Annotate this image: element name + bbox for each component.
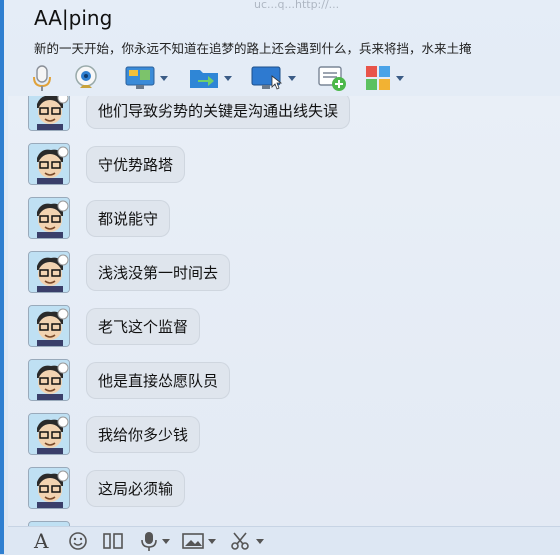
- message-bubble: 老飞这个监督: [86, 307, 201, 345]
- chevron-down-icon[interactable]: [162, 538, 170, 544]
- message-bubble: 这局必须输: [86, 469, 186, 507]
- avatar[interactable]: [28, 305, 70, 347]
- avatar-icon: [29, 468, 69, 508]
- list-item: 这局必须输: [28, 466, 186, 510]
- video-call-button[interactable]: [72, 62, 100, 94]
- remote-desktop-icon: [251, 66, 283, 90]
- avatar[interactable]: [28, 359, 70, 401]
- chevron-down-icon[interactable]: [160, 75, 168, 81]
- avatar[interactable]: [28, 143, 70, 185]
- share-screen-button[interactable]: [124, 62, 168, 94]
- list-item: 浅浅没第一时间去: [28, 250, 231, 294]
- voice-icon: [141, 532, 157, 551]
- avatar[interactable]: [28, 413, 70, 455]
- avatar-icon: [29, 252, 69, 292]
- folder-transfer-icon: [190, 70, 218, 88]
- avatar-icon: [29, 198, 69, 238]
- screenshot-icon: [103, 533, 123, 549]
- list-item: 他们导致劣势的关键是沟通出线失误: [28, 96, 351, 132]
- list-item: 守优势路塔: [28, 142, 186, 186]
- avatar-icon: [29, 96, 69, 130]
- list-item: 老飞这个监督: [28, 304, 201, 348]
- input-toolbar: A: [8, 526, 560, 555]
- contact-signature: 新的一天开始，你永远不知道在追梦的路上还会遇到什么，兵来将挡，水来土掩: [34, 41, 472, 56]
- avatar[interactable]: [28, 467, 70, 509]
- emoji-button[interactable]: [68, 530, 88, 552]
- chevron-down-icon[interactable]: [256, 538, 264, 544]
- chat-window: uc...q...http://... AA|ping 新的一天开始，你永远不知…: [0, 0, 560, 555]
- cut-button[interactable]: [230, 530, 264, 552]
- font-button[interactable]: A: [34, 529, 49, 553]
- chevron-down-icon[interactable]: [224, 75, 232, 81]
- browser-url-fragment: uc...q...http://...: [254, 0, 340, 10]
- message-bubble: 守优势路塔: [86, 145, 186, 183]
- image-icon: [182, 533, 204, 549]
- emoji-icon: [69, 532, 87, 550]
- voice-message-button[interactable]: [140, 530, 170, 552]
- message-list[interactable]: 他们导致劣势的关键是沟通出线失误 守优势路塔 都说能守 浅浅没第一时间去 老飞这…: [8, 96, 560, 526]
- create-discussion-button[interactable]: [316, 62, 348, 94]
- scissors-icon: [231, 532, 249, 550]
- message-bubble: 他们导致劣势的关键是沟通出线失误: [86, 96, 351, 129]
- chevron-down-icon[interactable]: [396, 75, 404, 81]
- chevron-down-icon[interactable]: [208, 538, 216, 544]
- voice-call-button[interactable]: [30, 62, 54, 94]
- list-item: 我给你多少钱: [28, 412, 201, 456]
- microphone-icon: [33, 65, 51, 91]
- remote-assist-button[interactable]: [250, 62, 296, 94]
- avatar-icon: [29, 144, 69, 184]
- send-file-button[interactable]: [188, 62, 232, 94]
- top-toolbar: [24, 62, 560, 94]
- avatar[interactable]: [28, 96, 70, 131]
- message-bubble: 他是直接怂愿队员: [86, 361, 231, 399]
- font-icon: A: [34, 529, 49, 553]
- chat-title: AA|ping: [34, 6, 113, 30]
- message-bubble: 浅浅没第一时间去: [86, 253, 231, 291]
- app-menu-button[interactable]: [364, 62, 404, 94]
- image-button[interactable]: [182, 530, 216, 552]
- list-item: 他是直接怂愿队员: [28, 358, 231, 402]
- avatar-icon: [29, 306, 69, 346]
- camera-icon: [75, 65, 97, 88]
- apps-icon: [366, 66, 390, 90]
- avatar-icon: [29, 360, 69, 400]
- list-item: 都说能守: [28, 196, 171, 240]
- message-add-icon: [318, 66, 346, 91]
- chevron-down-icon[interactable]: [288, 75, 296, 81]
- avatar[interactable]: [28, 197, 70, 239]
- message-bubble: 我给你多少钱: [86, 415, 201, 453]
- screenshot-button[interactable]: [102, 530, 126, 552]
- message-bubble: 都说能守: [86, 199, 171, 237]
- avatar-icon: [29, 414, 69, 454]
- screen-share-icon: [125, 66, 155, 89]
- avatar[interactable]: [28, 251, 70, 293]
